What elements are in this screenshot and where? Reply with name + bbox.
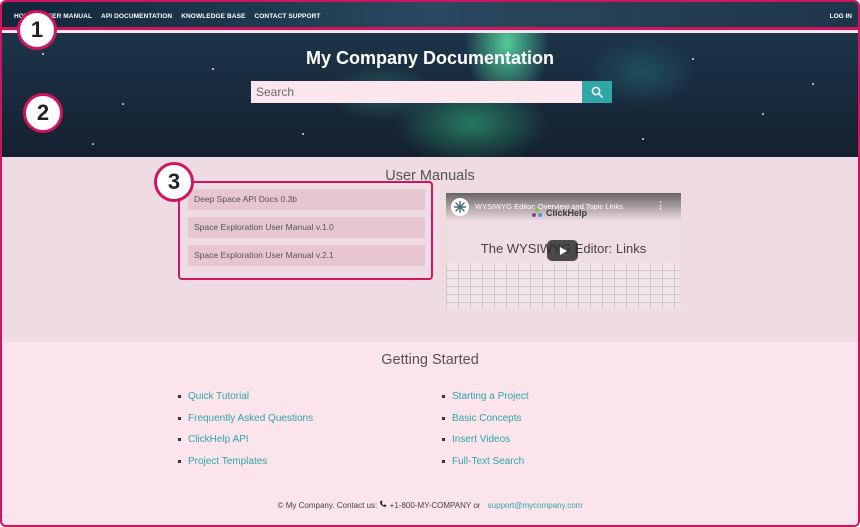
search-button[interactable] [582,81,612,103]
getting-started-section: Getting Started Quick Tutorial Frequentl… [2,342,858,525]
link-basic-concepts[interactable]: Basic Concepts [442,408,529,430]
star [92,143,94,145]
login-link[interactable]: LOG IN [830,13,852,20]
search-bar [251,81,612,103]
callout-marker-3: 3 [154,162,194,202]
nav-contact-support[interactable]: CONTACT SUPPORT [254,13,320,20]
footer-text: © My Company. Contact us: [277,501,380,510]
manual-item[interactable]: Space Exploration User Manual v.2.1 [188,245,425,266]
footer-phone: +1-800-MY-COMPANY or [389,501,481,510]
page-frame: HOME USER MANUAL API DOCUMENTATION KNOWL… [0,0,860,527]
more-options-icon[interactable]: ⋮ [656,200,665,211]
star [812,83,814,85]
getting-started-title: Getting Started [381,352,479,368]
getting-started-right-list: Starting a Project Basic Concepts Insert… [442,386,529,472]
link-quick-tutorial[interactable]: Quick Tutorial [178,386,313,408]
video-floor-grid [446,263,681,309]
getting-started-left-list: Quick Tutorial Frequently Asked Question… [178,386,313,472]
play-button[interactable] [547,240,578,261]
manual-item[interactable]: Space Exploration User Manual v.1.0 [188,217,425,238]
phone-icon [380,500,387,507]
top-navigation: HOME USER MANUAL API DOCUMENTATION KNOWL… [2,2,858,30]
link-insert-videos[interactable]: Insert Videos [442,429,529,451]
link-faq[interactable]: Frequently Asked Questions [178,408,313,430]
clickhelp-flower-icon [453,200,467,214]
star [302,133,304,135]
clickhelp-logo-icon [532,208,542,217]
link-starting-a-project[interactable]: Starting a Project [442,386,529,408]
hero-banner: My Company Documentation [2,33,858,157]
manual-item[interactable]: Deep Space API Docs 0.3b [188,189,425,210]
clickhelp-logo: ClickHelp [531,207,587,219]
link-clickhelp-api[interactable]: ClickHelp API [178,429,313,451]
footer: © My Company. Contact us: +1-800-MY-COMP… [2,500,858,510]
manual-list: Deep Space API Docs 0.3b Space Explorati… [178,181,433,280]
callout-marker-1: 1 [17,10,57,50]
video-embed[interactable]: WYSIWYG Editor: Overview and Topic Links… [446,193,681,309]
search-input[interactable] [251,81,582,103]
logo-text: ClickHelp [546,208,588,218]
nav-links: HOME USER MANUAL API DOCUMENTATION KNOWL… [14,13,320,20]
footer-email-link[interactable]: support@mycompany.com [488,501,583,510]
star [122,103,124,105]
play-icon [559,246,567,255]
nav-knowledge-base[interactable]: KNOWLEDGE BASE [181,13,245,20]
star [642,138,644,140]
page-title: My Company Documentation [305,48,555,68]
search-icon [591,86,603,98]
channel-avatar[interactable] [451,198,469,216]
link-full-text-search[interactable]: Full-Text Search [442,451,529,473]
star [762,113,764,115]
nav-api-documentation[interactable]: API DOCUMENTATION [101,13,172,20]
link-project-templates[interactable]: Project Templates [178,451,313,473]
user-manuals-section: User Manuals Deep Space API Docs 0.3b Sp… [2,157,858,342]
callout-marker-2: 2 [23,93,63,133]
